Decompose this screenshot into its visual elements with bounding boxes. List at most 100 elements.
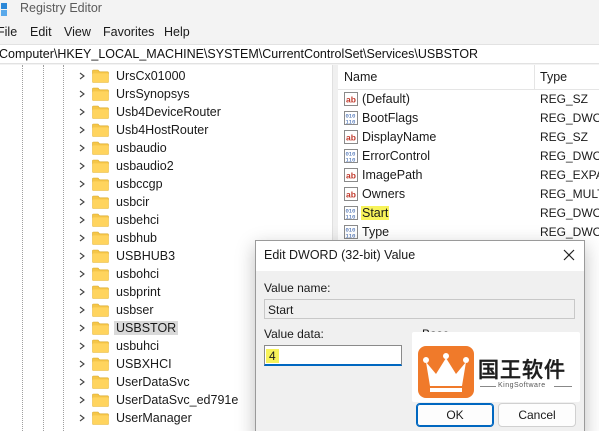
ok-button[interactable]: OK: [416, 403, 494, 427]
tree-item[interactable]: USBSTOR: [78, 319, 179, 337]
tree-item-label[interactable]: usbcir: [114, 195, 151, 209]
tree-item-label[interactable]: usbprint: [114, 285, 162, 299]
tree-item-label[interactable]: USBHUB3: [114, 249, 177, 263]
folder-icon: [92, 123, 109, 137]
tree-item[interactable]: usbhub: [78, 229, 159, 247]
chevron-right-icon[interactable]: [78, 216, 86, 224]
chevron-right-icon[interactable]: [78, 378, 86, 386]
value-name[interactable]: ImagePath: [361, 168, 423, 182]
value-name[interactable]: BootFlags: [361, 111, 419, 125]
tree-item[interactable]: UserDataSvc: [78, 373, 192, 391]
tree-item[interactable]: usbcir: [78, 193, 151, 211]
chevron-right-icon[interactable]: [78, 396, 86, 404]
cancel-button[interactable]: Cancel: [498, 403, 576, 427]
chevron-right-icon[interactable]: [78, 360, 86, 368]
value-data-input[interactable]: 4: [264, 345, 402, 366]
tree-item-label[interactable]: UserDataSvc: [114, 375, 192, 389]
value-name[interactable]: Type: [361, 225, 390, 239]
tree-item-label[interactable]: usbuhci: [114, 339, 161, 353]
tree-item-label[interactable]: usbaudio: [114, 141, 169, 155]
tree-item[interactable]: usbaudio: [78, 139, 169, 157]
value-row[interactable]: 010110ErrorControl REG_DWOR: [338, 147, 599, 166]
tree-item-label[interactable]: usbaudio2: [114, 159, 176, 173]
chevron-right-icon[interactable]: [78, 90, 86, 98]
address-path[interactable]: Computer\HKEY_LOCAL_MACHINE\SYSTEM\Curre…: [0, 47, 478, 61]
tree-item-label[interactable]: usbehci: [114, 213, 161, 227]
value-name[interactable]: DisplayName: [361, 130, 437, 144]
menu-help[interactable]: Help: [164, 25, 190, 39]
column-header-type[interactable]: Type: [540, 70, 567, 84]
tree-item[interactable]: UrsCx01000: [78, 67, 187, 85]
chevron-right-icon[interactable]: [78, 144, 86, 152]
tree-item[interactable]: USBXHCI: [78, 355, 174, 373]
tree-item[interactable]: usbehci: [78, 211, 161, 229]
folder-icon: [92, 393, 109, 407]
chevron-right-icon[interactable]: [78, 342, 86, 350]
chevron-right-icon[interactable]: [78, 414, 86, 422]
value-row[interactable]: ab ImagePath REG_EXPAN: [338, 166, 599, 185]
tree-item-label[interactable]: USBXHCI: [114, 357, 174, 371]
chevron-right-icon[interactable]: [78, 162, 86, 170]
value-row[interactable]: 010110Start REG_DWOR: [338, 204, 599, 223]
tree-item-label[interactable]: USBSTOR: [114, 321, 179, 335]
tree-item[interactable]: usbprint: [78, 283, 162, 301]
chevron-right-icon[interactable]: [78, 180, 86, 188]
watermark-rule: [480, 386, 496, 387]
tree-item[interactable]: UserDataSvc_ed791e: [78, 391, 240, 409]
address-bar[interactable]: Computer\HKEY_LOCAL_MACHINE\SYSTEM\Curre…: [0, 44, 599, 64]
tree-item[interactable]: UserManager: [78, 409, 194, 427]
value-name[interactable]: Start: [361, 206, 390, 220]
tree-item[interactable]: usbccgp: [78, 175, 165, 193]
menu-view[interactable]: View: [64, 25, 91, 39]
tree-item-label[interactable]: UrsCx01000: [114, 69, 187, 83]
chevron-right-icon[interactable]: [78, 270, 86, 278]
chevron-right-icon[interactable]: [78, 324, 86, 332]
value-row[interactable]: ab DisplayName REG_SZ: [338, 128, 599, 147]
svg-text:110: 110: [346, 232, 356, 239]
tree-item-label[interactable]: UserDataSvc_ed791e: [114, 393, 240, 407]
chevron-right-icon[interactable]: [78, 72, 86, 80]
chevron-right-icon[interactable]: [78, 306, 86, 314]
watermark-rule: [554, 386, 572, 387]
tree-item-label[interactable]: usbhub: [114, 231, 159, 245]
value-data-label: Value data:: [264, 327, 324, 341]
tree-item[interactable]: usbaudio2: [78, 157, 176, 175]
tree-item-label[interactable]: Usb4HostRouter: [114, 123, 210, 137]
value-name[interactable]: (Default): [361, 92, 411, 106]
close-icon[interactable]: [562, 248, 576, 262]
tree-item[interactable]: UrsSynopsys: [78, 85, 192, 103]
tree-item[interactable]: usbohci: [78, 265, 161, 283]
value-row[interactable]: 010110BootFlags REG_DWOR: [338, 109, 599, 128]
chevron-right-icon[interactable]: [78, 252, 86, 260]
value-name[interactable]: Owners: [361, 187, 406, 201]
chevron-right-icon[interactable]: [78, 198, 86, 206]
tree-item[interactable]: usbser: [78, 301, 156, 319]
value-row[interactable]: ab (Default) REG_SZ: [338, 90, 599, 109]
tree-item-label[interactable]: Usb4DeviceRouter: [114, 105, 223, 119]
tree-item[interactable]: USBHUB3: [78, 247, 177, 265]
binary-value-icon: 010110: [344, 149, 358, 163]
chevron-right-icon[interactable]: [78, 108, 86, 116]
tree-item-label[interactable]: UserManager: [114, 411, 194, 425]
value-type: REG_SZ: [540, 92, 589, 106]
tree-item[interactable]: Usb4HostRouter: [78, 121, 210, 139]
tree-item-label[interactable]: usbser: [114, 303, 156, 317]
menu-file[interactable]: File: [0, 25, 17, 39]
value-row[interactable]: ab Owners REG_MULTI: [338, 185, 599, 204]
tree-item-label[interactable]: usbohci: [114, 267, 161, 281]
chevron-right-icon[interactable]: [78, 234, 86, 242]
column-header-name[interactable]: Name: [344, 70, 377, 84]
value-name[interactable]: ErrorControl: [361, 149, 431, 163]
column-divider[interactable]: [534, 65, 535, 90]
svg-text:110: 110: [346, 213, 356, 220]
chevron-right-icon[interactable]: [78, 288, 86, 296]
value-data-text[interactable]: 4: [266, 349, 279, 363]
chevron-right-icon[interactable]: [78, 126, 86, 134]
menu-favorites[interactable]: Favorites: [103, 25, 154, 39]
tree-item[interactable]: usbuhci: [78, 337, 161, 355]
tree-item[interactable]: Usb4DeviceRouter: [78, 103, 223, 121]
tree-item-label[interactable]: UrsSynopsys: [114, 87, 192, 101]
menu-edit[interactable]: Edit: [30, 25, 52, 39]
tree-guide-line: [22, 65, 23, 431]
tree-item-label[interactable]: usbccgp: [114, 177, 165, 191]
